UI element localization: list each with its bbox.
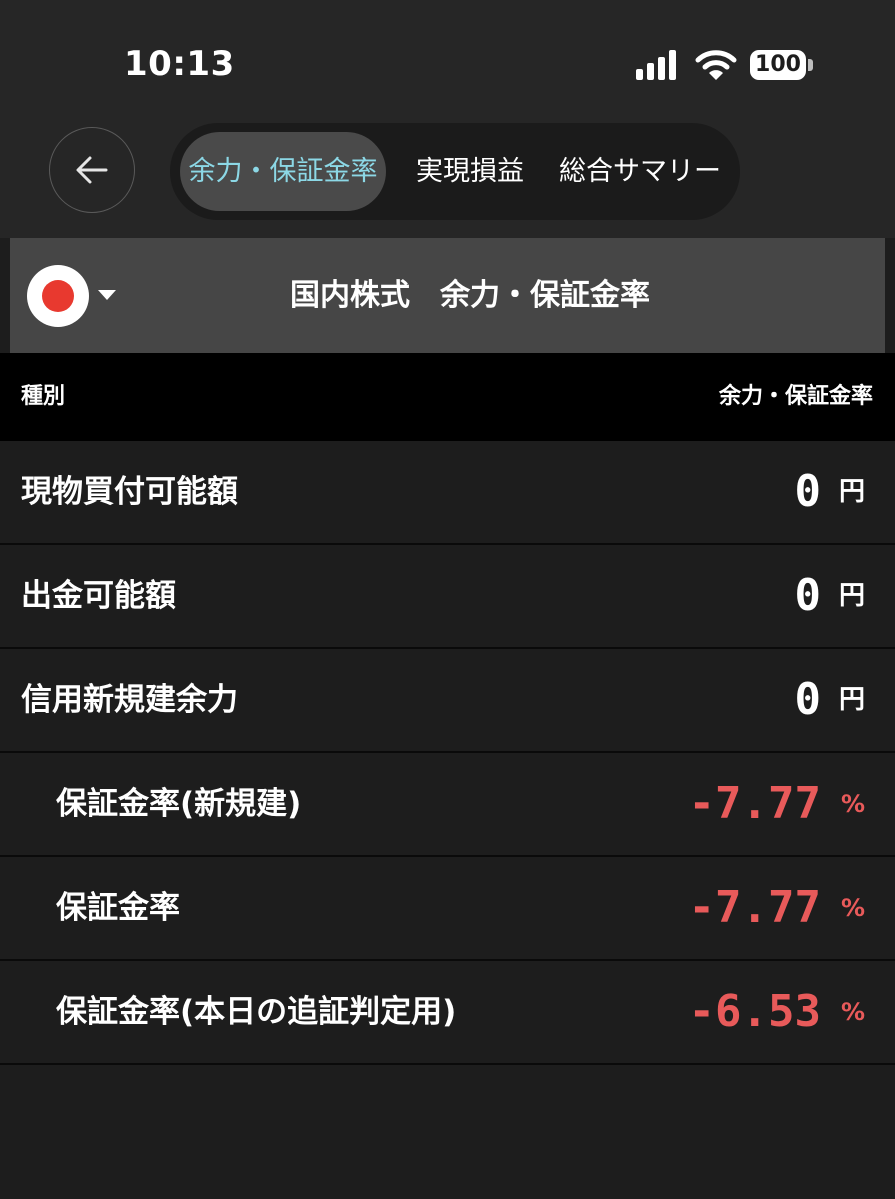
- column-header-value: 余力・保証金率: [718, 384, 873, 409]
- arrow-left-icon: [76, 156, 108, 184]
- row-label: 保証金率(新規建): [56, 786, 302, 822]
- wifi-icon: [695, 50, 737, 80]
- market-header: 国内株式 余力・保証金率: [10, 238, 885, 353]
- tab-margin-rate[interactable]: 余力・保証金率: [180, 132, 386, 211]
- table-header: 種別 余力・保証金率: [0, 353, 895, 441]
- row-label: 出金可能額: [21, 578, 176, 614]
- row-unit: 円: [838, 477, 865, 507]
- japan-flag-icon[interactable]: [27, 265, 89, 327]
- row-value: -7.77: [688, 882, 821, 933]
- table-row: 保証金率(新規建) -7.77 %: [0, 753, 895, 857]
- chevron-down-icon[interactable]: [98, 290, 116, 300]
- segmented-tabs: 余力・保証金率 実現損益 総合サマリー: [170, 123, 740, 220]
- cellular-signal-icon: [636, 50, 676, 80]
- status-bar: 10:13 100: [0, 0, 895, 110]
- row-value: 0: [794, 674, 822, 725]
- back-button[interactable]: [49, 127, 135, 213]
- row-value: 0: [794, 570, 822, 621]
- row-label: 保証金率(本日の追証判定用): [56, 994, 457, 1030]
- row-unit: 円: [838, 685, 865, 715]
- row-unit: %: [840, 998, 865, 1026]
- battery-tip: [808, 59, 813, 71]
- table-row: 出金可能額 0 円: [0, 545, 895, 649]
- row-label: 現物買付可能額: [21, 474, 238, 510]
- market-title: 国内株式 余力・保証金率: [290, 278, 650, 313]
- table-row: 保証金率(本日の追証判定用) -6.53 %: [0, 961, 895, 1065]
- table-row: 信用新規建余力 0 円: [0, 649, 895, 753]
- battery-icon: 100: [750, 50, 806, 80]
- table-row: 現物買付可能額 0 円: [0, 441, 895, 545]
- row-label: 保証金率: [56, 890, 180, 926]
- row-value: -6.53: [688, 986, 821, 1037]
- table-row: 保証金率 -7.77 %: [0, 857, 895, 961]
- row-unit: 円: [838, 581, 865, 611]
- row-label: 信用新規建余力: [21, 682, 238, 718]
- column-header-type: 種別: [21, 384, 66, 409]
- tab-realized-pl[interactable]: 実現損益: [406, 132, 534, 211]
- status-time: 10:13: [124, 44, 235, 84]
- tab-summary[interactable]: 総合サマリー: [550, 132, 730, 211]
- row-unit: %: [840, 790, 865, 818]
- row-value: -7.77: [688, 778, 821, 829]
- row-unit: %: [840, 894, 865, 922]
- row-value: 0: [794, 466, 822, 517]
